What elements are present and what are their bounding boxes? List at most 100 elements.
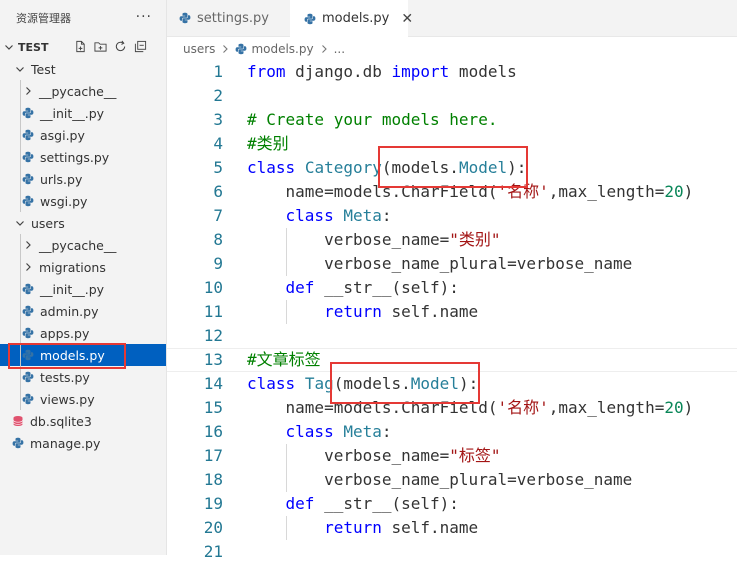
tree-root-test[interactable]: TEST bbox=[0, 36, 166, 58]
line-number: 10 bbox=[203, 278, 223, 297]
code-line[interactable]: 2 bbox=[167, 84, 737, 108]
tree-item-init-py[interactable]: __init__.py bbox=[0, 278, 166, 300]
tree-item-urls-py[interactable]: urls.py bbox=[0, 168, 166, 190]
line-number: 14 bbox=[203, 374, 223, 393]
code-token: django.db bbox=[285, 62, 392, 81]
tree-item-label: __init__.py bbox=[40, 281, 105, 297]
tree-item-label: wsgi.py bbox=[40, 193, 88, 209]
tree-item-label: asgi.py bbox=[40, 127, 85, 143]
tree-item-settings-py[interactable]: settings.py bbox=[0, 146, 166, 168]
tree-item-label: views.py bbox=[40, 391, 95, 407]
line-number: 1 bbox=[213, 62, 223, 81]
python-file-icon bbox=[22, 151, 36, 163]
close-icon[interactable]: ✕ bbox=[401, 11, 413, 27]
code-token: '名称' bbox=[497, 398, 549, 417]
tree-item-admin-py[interactable]: admin.py bbox=[0, 300, 166, 322]
tree-item-users[interactable]: users bbox=[0, 212, 166, 234]
tree-item-pycache[interactable]: __pycache__ bbox=[0, 80, 166, 102]
code-text: def __str__(self): bbox=[247, 492, 459, 516]
more-actions-icon[interactable]: ··· bbox=[136, 9, 152, 25]
code-text: verbose_name_plural=verbose_name bbox=[247, 468, 632, 492]
code-line[interactable]: 17 verbose_name="标签" bbox=[167, 444, 737, 468]
code-text: verbose_name_plural=verbose_name bbox=[247, 252, 632, 276]
python-file-icon bbox=[22, 173, 36, 185]
line-number: 20 bbox=[203, 518, 223, 537]
code-text: class Meta: bbox=[247, 204, 392, 228]
line-number: 17 bbox=[203, 446, 223, 465]
indent-guide bbox=[285, 228, 287, 276]
code-line[interactable]: 11 return self.name bbox=[167, 300, 737, 324]
code-token: self.name bbox=[381, 518, 479, 537]
code-token: Category bbox=[304, 158, 382, 177]
breadcrumb-more[interactable]: ... bbox=[334, 42, 345, 56]
indent-guide bbox=[20, 234, 21, 410]
line-number: 3 bbox=[213, 110, 223, 129]
tree-item-tests-py[interactable]: tests.py bbox=[0, 366, 166, 388]
code-token: ,max_length= bbox=[548, 398, 665, 417]
tree-item-migrations[interactable]: migrations bbox=[0, 256, 166, 278]
explorer-header: 资源管理器 ··· bbox=[0, 0, 166, 36]
tree-item-label: users bbox=[31, 215, 65, 231]
line-number: 6 bbox=[213, 182, 223, 201]
new-folder-icon[interactable] bbox=[94, 40, 107, 53]
tree-item-label: db.sqlite3 bbox=[30, 413, 92, 429]
code-token: class bbox=[247, 158, 296, 177]
breadcrumb-file[interactable]: models.py bbox=[251, 42, 313, 56]
tree-item-label: settings.py bbox=[40, 149, 110, 165]
highlight-box bbox=[377, 146, 529, 188]
code-token: from bbox=[247, 62, 286, 81]
code-token: ,max_length= bbox=[548, 182, 665, 201]
indent-guide bbox=[20, 80, 21, 212]
code-token: : bbox=[381, 422, 392, 441]
tree-item-views-py[interactable]: views.py bbox=[0, 388, 166, 410]
line-number: 13 bbox=[203, 350, 223, 369]
new-file-icon[interactable] bbox=[74, 40, 87, 53]
line-number: 4 bbox=[213, 134, 223, 153]
code-line[interactable]: 12 bbox=[167, 324, 737, 348]
tab-label: settings.py bbox=[197, 10, 269, 26]
code-editor[interactable]: 1 from django.db import models 2 3 # Create … bbox=[167, 60, 737, 561]
code-line[interactable]: 3 # Create your models here. bbox=[167, 108, 737, 132]
indent-guide bbox=[285, 444, 287, 492]
tree-item-apps-py[interactable]: apps.py bbox=[0, 322, 166, 344]
file-tree: TEST Test __pycache__ __init__.py asgi.py se… bbox=[0, 36, 166, 454]
code-line[interactable]: 8 verbose_name="类别" bbox=[167, 228, 737, 252]
tree-item-test[interactable]: Test bbox=[0, 58, 166, 80]
code-token: class bbox=[247, 374, 296, 393]
tree-item-wsgi-py[interactable]: wsgi.py bbox=[0, 190, 166, 212]
tree-item-asgi-py[interactable]: asgi.py bbox=[0, 124, 166, 146]
tab-models-py[interactable]: models.py ✕ bbox=[290, 0, 413, 37]
code-token: # Create your models here. bbox=[247, 110, 498, 129]
code-token: return bbox=[324, 518, 382, 537]
code-line[interactable]: 10 def __str__(self): bbox=[167, 276, 737, 300]
code-line[interactable]: 19 def __str__(self): bbox=[167, 492, 737, 516]
code-line[interactable]: 1 from django.db import models bbox=[167, 60, 737, 84]
tab-settings-py[interactable]: settings.py bbox=[179, 0, 287, 36]
breadcrumb-folder[interactable]: users bbox=[183, 42, 215, 56]
code-token: verbose_name= bbox=[247, 446, 450, 465]
tree-item-label: manage.py bbox=[30, 435, 101, 451]
line-number: 21 bbox=[203, 542, 223, 561]
python-file-icon bbox=[22, 305, 36, 317]
tree-item-pycache[interactable]: __pycache__ bbox=[0, 234, 166, 256]
code-token: verbose_name= bbox=[247, 230, 450, 249]
highlight-box bbox=[329, 362, 481, 404]
code-line[interactable]: 18 verbose_name_plural=verbose_name bbox=[167, 468, 737, 492]
indent-guide bbox=[285, 516, 287, 540]
tree-item-init-py[interactable]: __init__.py bbox=[0, 102, 166, 124]
explorer-title: 资源管理器 bbox=[16, 12, 71, 25]
tree-item-manage-py[interactable]: manage.py bbox=[0, 432, 166, 454]
tree-item-label: __init__.py bbox=[40, 105, 105, 121]
collapse-all-icon[interactable] bbox=[134, 40, 147, 53]
code-line[interactable]: 21 bbox=[167, 540, 737, 564]
refresh-icon[interactable] bbox=[114, 40, 127, 53]
code-line[interactable]: 7 class Meta: bbox=[167, 204, 737, 228]
tree-item-label: admin.py bbox=[40, 303, 99, 319]
code-line[interactable]: 20 return self.name bbox=[167, 516, 737, 540]
tree-item-db-sqlite3[interactable]: db.sqlite3 bbox=[0, 410, 166, 432]
chevron-right-icon bbox=[22, 239, 34, 251]
code-line[interactable]: 9 verbose_name_plural=verbose_name bbox=[167, 252, 737, 276]
code-line[interactable]: 16 class Meta: bbox=[167, 420, 737, 444]
tab-bar: settings.py models.py ✕ bbox=[167, 0, 737, 37]
